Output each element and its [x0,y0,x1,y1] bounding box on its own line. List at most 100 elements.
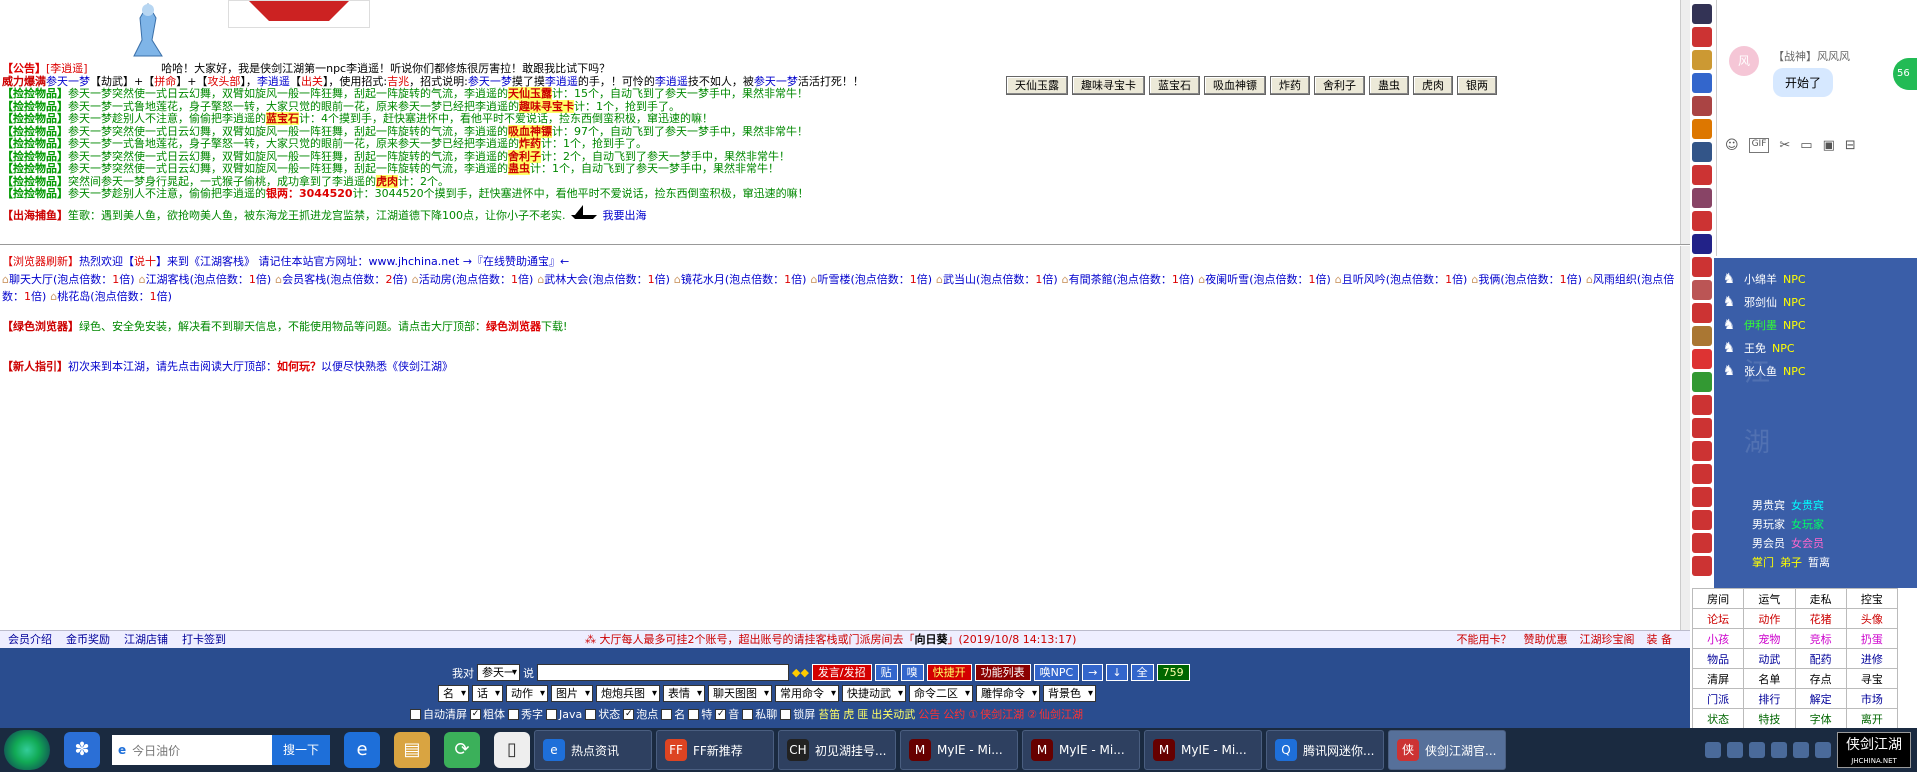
checkbox-box[interactable] [688,708,700,720]
status-link[interactable]: 江湖珍宝阁 [1580,631,1635,649]
room-name[interactable]: 聊天大厅 [9,273,53,286]
option-checkbox[interactable]: ✓ 泡点 [623,706,658,722]
npc-row[interactable]: ♞ 小绵羊 NPC [1720,270,1806,288]
command-cell[interactable]: 控宝 [1845,588,1899,609]
command-cell[interactable]: 门派 [1691,688,1745,709]
npc-name[interactable]: 小绵羊 [1744,271,1777,287]
pinwheel-icon[interactable]: ✽ [64,732,100,768]
refresh-tag[interactable]: 【浏览器刷新】 [2,255,79,268]
item-button[interactable]: 炸药 [1270,76,1310,95]
room-entry[interactable]: ⌂我俩(泡点倍数：1倍) [1471,273,1582,286]
extra-link[interactable]: 公约 [943,706,965,722]
option-checkbox[interactable]: 私聊 [742,706,777,722]
command-cell[interactable]: 排行 [1743,688,1796,709]
room-entry[interactable]: ⌂有間茶館(泡点倍数：1倍) [1062,273,1195,286]
extra-link[interactable]: 虎 [843,706,854,722]
room-name[interactable]: 听雪楼 [817,273,850,286]
fight-target-3[interactable]: 李逍遥 [655,75,688,88]
command-cell[interactable]: 特技 [1743,708,1796,729]
room-name[interactable]: 会员客栈 [282,273,326,286]
control-select[interactable]: 名 [438,685,469,702]
control-select[interactable]: 话 [472,685,503,702]
room-name[interactable]: 武当山 [943,273,976,286]
command-cell[interactable]: 寻宝 [1845,668,1899,689]
qq-contact-avatar[interactable] [1692,372,1712,392]
room-entry[interactable]: ⌂且听风吟(泡点倍数：1倍) [1335,273,1468,286]
arrow-down-button[interactable]: ↓ [1106,664,1128,681]
command-cell[interactable]: 走私 [1794,588,1847,609]
option-checkbox[interactable]: 自动清屏 [410,706,467,722]
extra-link[interactable]: 苔笛 [818,706,840,722]
qq-contact-avatar[interactable] [1692,4,1712,24]
wake-npc-button[interactable]: 唤NPC [1033,664,1080,681]
taskbar-task[interactable]: 侠侠剑江湖官... [1388,730,1506,770]
qq-contact-avatar[interactable] [1692,510,1712,530]
item-button[interactable]: 舍利子 [1314,76,1365,95]
command-cell[interactable]: 存点 [1794,668,1847,689]
refresh-name[interactable]: 说十 [134,255,156,268]
chat-top-scrollbar[interactable] [1680,0,1690,244]
checkbox-box[interactable] [585,708,597,720]
folder-icon[interactable]: ▤ [394,732,430,768]
qq-contact-avatar[interactable] [1692,211,1712,231]
command-cell[interactable]: 小孩 [1691,628,1745,649]
checkbox-box[interactable] [546,708,557,720]
room-entry[interactable]: ⌂活动房(泡点倍数：1倍) [412,273,534,286]
item-button[interactable]: 虎肉 [1413,76,1453,95]
checkbox-box[interactable]: ✓ [715,708,727,720]
qq-contact-avatar[interactable] [1692,464,1712,484]
taskbar-task[interactable]: e 热点资讯 [534,730,652,770]
taskbar-task[interactable]: Q 腾讯网迷你... [1266,730,1384,770]
control-select[interactable]: 常用命令 [775,685,839,702]
npc-name[interactable]: 王免 [1744,340,1766,356]
jianghu-link-1[interactable]: ① 侠剑江湖 [968,706,1024,722]
qq-contact-avatar[interactable] [1692,349,1712,369]
control-select[interactable]: 背景色 [1043,685,1096,702]
all-button[interactable]: 全 [1130,664,1154,681]
taskbar-task[interactable]: FF FF新推荐 [656,730,774,770]
room-entry[interactable]: ⌂夜阑听雪(泡点倍数：1倍) [1198,273,1331,286]
newbie-link[interactable]: 如何玩？ [277,360,321,373]
checkbox-box[interactable]: ✓ [623,708,635,720]
room-name[interactable]: 有間茶館 [1069,273,1113,286]
fight-player-2[interactable]: 参天一梦 [468,75,512,88]
unread-badge[interactable]: 56 [1893,58,1917,90]
command-cell[interactable]: 离开 [1845,708,1899,729]
tray-icon-3[interactable] [1749,742,1765,758]
refresh-icon[interactable]: ⟳ [444,732,480,768]
qq-contact-avatar[interactable] [1692,27,1712,47]
npc-row[interactable]: ♞ 张人鱼 NPC [1720,362,1806,380]
command-cell[interactable]: 状态 [1691,708,1745,729]
command-cell[interactable]: 扔蛋 [1845,628,1899,649]
room-name[interactable]: 我俩 [1478,273,1500,286]
qq-contact-avatar[interactable] [1692,142,1712,162]
qq-contact-avatar[interactable] [1692,119,1712,139]
option-checkbox[interactable]: ✓ 粗体 [470,706,505,722]
command-cell[interactable]: 字体 [1794,708,1847,729]
taskbar-task[interactable]: M MyIE - Mi... [900,730,1018,770]
room-entry[interactable]: ⌂武林大会(泡点倍数：1倍) [537,273,670,286]
control-select[interactable]: 表情 [663,685,705,702]
room-name[interactable]: 江湖客栈 [146,273,190,286]
gif-icon[interactable]: GIF [1748,138,1770,153]
taskbar-task[interactable]: M MyIE - Mi... [1144,730,1262,770]
security-icon[interactable] [1815,742,1831,758]
room-name[interactable]: 武林大会 [544,273,588,286]
command-cell[interactable]: 动武 [1743,648,1796,669]
fight-target[interactable]: 李逍遥 [257,75,290,88]
taskbar-search-input[interactable]: e 今日油价 [112,735,272,765]
tray-icon-1[interactable] [1705,742,1721,758]
command-cell[interactable]: 市场 [1845,688,1899,709]
start-button[interactable] [4,730,50,770]
room-name[interactable]: 活动房 [419,273,452,286]
document-icon[interactable]: ▯ [494,732,530,768]
status-link[interactable]: 会员介绍 [8,631,52,649]
extra-link[interactable]: 出关动武 [871,706,915,722]
room-entry[interactable]: ⌂桃花岛(泡点倍数：1倍) [50,290,172,303]
extra-link[interactable]: 公告 [918,706,940,722]
option-checkbox[interactable]: 状态 [585,706,620,722]
function-list-button[interactable]: 功能列表 [974,664,1031,681]
npc-name[interactable]: 伊利墨 [1744,317,1777,333]
qq-contact-avatar[interactable] [1692,441,1712,461]
command-cell[interactable]: 宠物 [1743,628,1796,649]
